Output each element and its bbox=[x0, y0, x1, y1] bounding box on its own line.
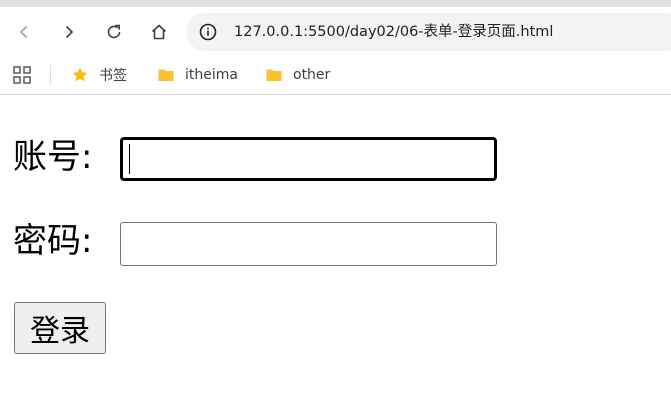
tab-strip bbox=[0, 0, 671, 7]
star-icon bbox=[72, 67, 88, 82]
folder-icon bbox=[266, 69, 282, 81]
url-text[interactable]: 127.0.0.1:5500/day02/06-表单-登录页面.html bbox=[234, 22, 553, 42]
info-icon[interactable] bbox=[198, 22, 218, 42]
bookmark-label: other bbox=[293, 67, 331, 83]
reload-button[interactable] bbox=[98, 16, 130, 48]
bookmark-label: itheima bbox=[185, 67, 238, 83]
bookmarks-divider bbox=[50, 65, 51, 85]
login-button[interactable]: 登录 bbox=[14, 302, 106, 354]
apps-grid-icon[interactable] bbox=[12, 65, 32, 85]
bookmark-folder-itheima[interactable]: itheima bbox=[157, 63, 238, 87]
chevron-left-icon bbox=[19, 25, 28, 39]
bookmark-item-bookmarks[interactable]: 书签 bbox=[71, 63, 127, 87]
back-button[interactable] bbox=[8, 16, 40, 48]
bookmark-folder-other[interactable]: other bbox=[265, 63, 330, 87]
page-content: 账号: 密码: 登录 bbox=[0, 95, 671, 400]
browser-toolbar: 127.0.0.1:5500/day02/06-表单-登录页面.html bbox=[0, 7, 671, 57]
home-button[interactable] bbox=[143, 16, 175, 48]
home-icon bbox=[151, 24, 167, 40]
account-label: 账号: bbox=[13, 137, 93, 177]
password-input[interactable] bbox=[120, 222, 497, 266]
password-label: 密码: bbox=[13, 221, 93, 261]
bookmark-label: 书签 bbox=[99, 68, 127, 84]
reload-icon bbox=[107, 24, 121, 39]
bookmarks-bar: 书签 itheima other bbox=[0, 57, 671, 95]
text-caret bbox=[129, 144, 130, 174]
forward-button[interactable] bbox=[53, 16, 85, 48]
chevron-right-icon bbox=[65, 25, 74, 39]
folder-icon bbox=[158, 69, 174, 81]
account-input[interactable] bbox=[120, 137, 497, 181]
address-bar[interactable]: 127.0.0.1:5500/day02/06-表单-登录页面.html bbox=[186, 13, 671, 51]
